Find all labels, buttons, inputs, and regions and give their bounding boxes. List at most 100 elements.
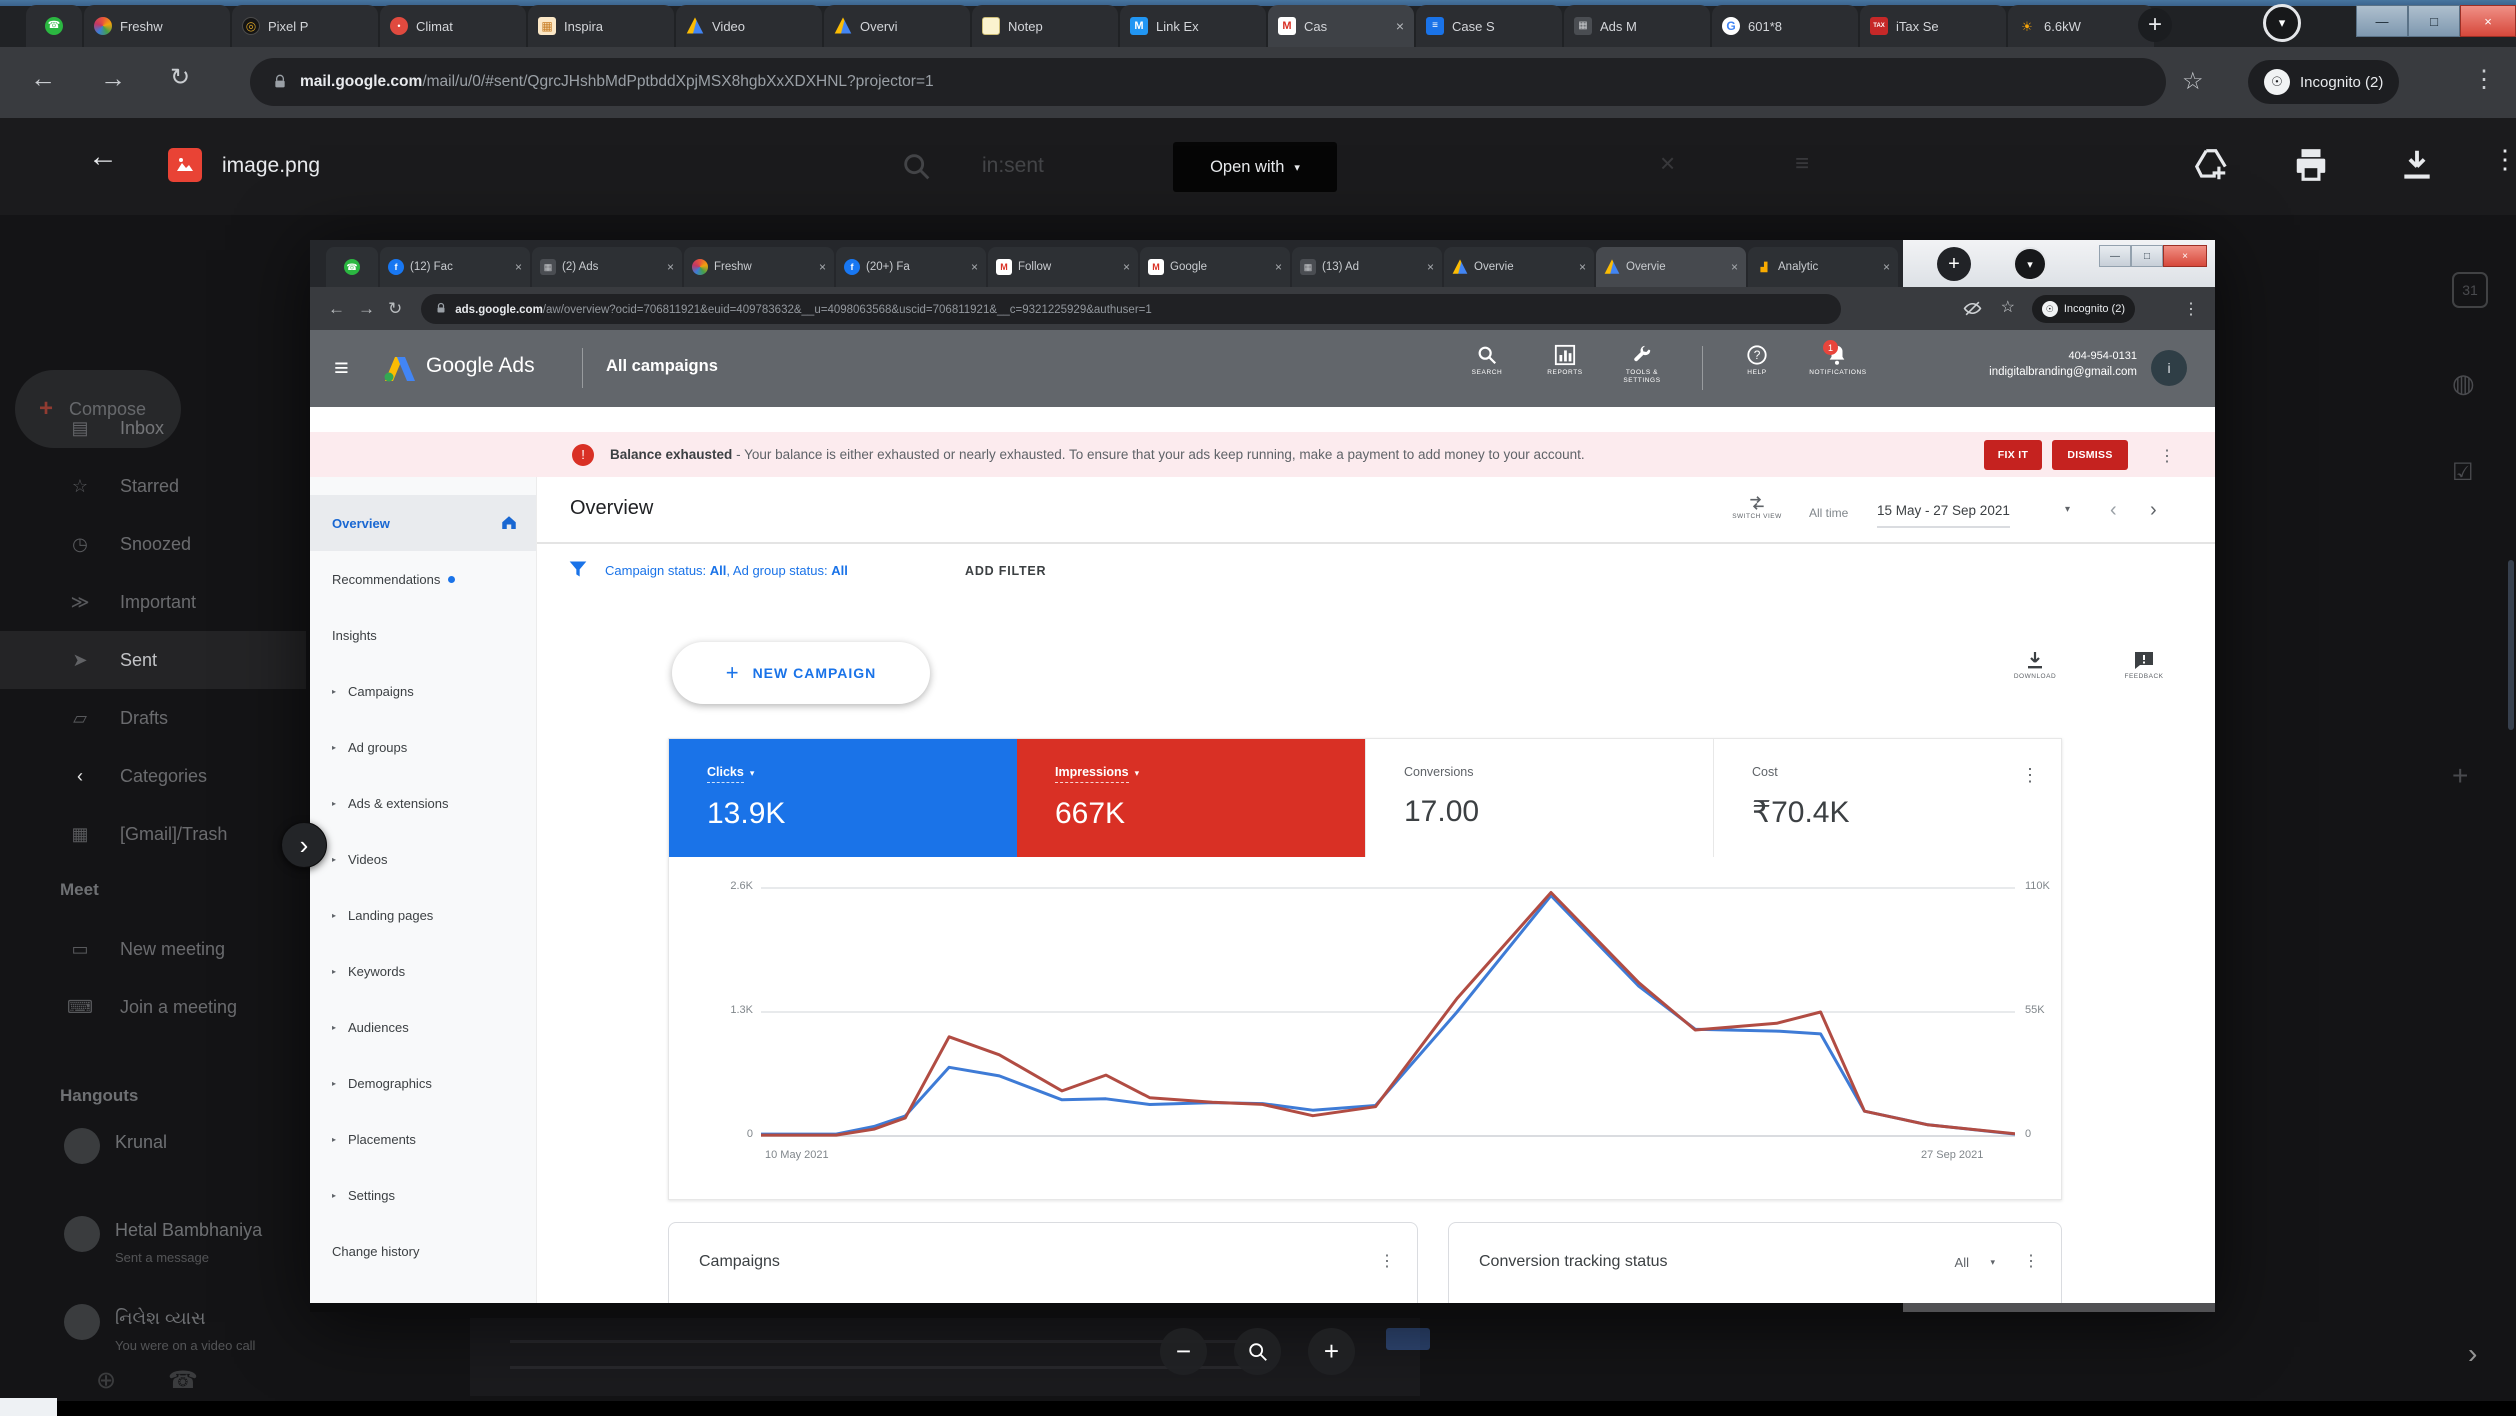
menu-icon[interactable]: ≡	[334, 354, 349, 383]
browser-tab[interactable]: ☎	[26, 5, 82, 47]
inner-browser-tab[interactable]: ▦ (13) Ad ×	[1292, 247, 1442, 287]
tab-close-icon[interactable]: ×	[1883, 260, 1890, 274]
tab-close-icon[interactable]: ×	[667, 260, 674, 274]
inner-browser-tab[interactable]: Overvie ×	[1444, 247, 1594, 287]
more-options-icon[interactable]: ⋮	[2492, 144, 2516, 175]
range-previous-icon[interactable]: ‹	[2110, 499, 2117, 522]
back-icon[interactable]: ←	[328, 299, 345, 319]
inner-browser-tab[interactable]: Freshw ×	[684, 247, 834, 287]
minimize-button[interactable]: —	[2356, 5, 2408, 37]
feedback-button[interactable]: FEEDBACK	[2109, 649, 2179, 680]
account-avatar[interactable]: i	[2151, 350, 2187, 386]
conversion-filter-value[interactable]: All	[1955, 1255, 1969, 1270]
browser-tab[interactable]: Overvi	[824, 5, 970, 47]
filter-summary[interactable]: Campaign status: All, Ad group status: A…	[605, 563, 848, 578]
browser-tab[interactable]: ≡ Case S	[1416, 5, 1562, 47]
bookmark-star-icon[interactable]: ☆	[2182, 67, 2204, 96]
add-filter-button[interactable]: ADD FILTER	[965, 564, 1046, 578]
download-icon[interactable]	[2398, 146, 2436, 184]
ads-sidebar-item[interactable]: ▸ Settings	[310, 1167, 536, 1223]
bookmark-star-icon[interactable]: ☆	[2001, 297, 2015, 317]
maximize-button[interactable]: □	[2408, 5, 2460, 37]
card-menu-icon[interactable]: ⋮	[2021, 765, 2039, 786]
zoom-out-button[interactable]: −	[1160, 1328, 1207, 1375]
minimize-button[interactable]: —	[2099, 245, 2131, 267]
inner-browser-tab[interactable]: M Google ×	[1140, 247, 1290, 287]
zoom-reset-button[interactable]	[1234, 1328, 1281, 1375]
browser-tab[interactable]: • Climat	[380, 5, 526, 47]
back-arrow-icon[interactable]: ←	[88, 140, 118, 174]
zoom-in-button[interactable]: +	[1308, 1328, 1355, 1375]
reports-nav-button[interactable]: REPORTS	[1530, 344, 1600, 377]
ads-sidebar-item[interactable]: ▸ Landing pages	[310, 887, 536, 943]
tab-close-icon[interactable]: ×	[1275, 260, 1282, 274]
media-controls-button[interactable]: ▾	[2263, 4, 2301, 42]
stat-card[interactable]: Conversions 17.00	[1365, 739, 1713, 857]
browser-tab[interactable]: ◎ Pixel P	[232, 5, 378, 47]
tab-close-icon[interactable]: ×	[971, 260, 978, 274]
inner-browser-tab[interactable]: M Follow ×	[988, 247, 1138, 287]
range-next-icon[interactable]: ›	[2150, 499, 2157, 522]
next-attachment-button[interactable]: ›	[281, 822, 327, 868]
inner-browser-tab[interactable]: ▟ Analytic ×	[1748, 247, 1898, 287]
chevron-down-icon[interactable]: ▾	[1990, 1257, 1995, 1268]
browser-tab[interactable]: ▦ Inspira	[528, 5, 674, 47]
tab-close-icon[interactable]: ×	[1579, 260, 1586, 274]
browser-menu-icon[interactable]: ⋮	[2183, 299, 2199, 319]
add-to-drive-icon[interactable]	[2192, 146, 2230, 184]
inner-browser-tab[interactable]: Overvie ×	[1596, 247, 1746, 287]
forward-icon[interactable]: →	[358, 299, 375, 319]
incognito-badge[interactable]: ☉ Incognito (2)	[2031, 295, 2135, 323]
inner-browser-tab[interactable]: f (20+) Fa ×	[836, 247, 986, 287]
ads-sidebar-item[interactable]: ▸ Campaigns	[310, 663, 536, 719]
ads-sidebar-item[interactable]: Overview	[310, 495, 536, 551]
incognito-badge[interactable]: ☉ Incognito (2)	[2248, 60, 2400, 104]
tools-settings-nav-button[interactable]: TOOLS & SETTINGS	[1610, 344, 1674, 384]
new-campaign-button[interactable]: + NEW CAMPAIGN	[672, 642, 930, 704]
browser-tab[interactable]: Video	[676, 5, 822, 47]
ads-sidebar-item[interactable]: ▸ Placements	[310, 1111, 536, 1167]
browser-tab[interactable]: Notep	[972, 5, 1118, 47]
close-button[interactable]: ×	[2163, 245, 2207, 267]
switch-view-button[interactable]: SWITCH VIEW	[1722, 493, 1792, 520]
ads-sidebar-item[interactable]: ▸ Audiences	[310, 999, 536, 1055]
browser-tab[interactable]: ▦ Ads M	[1564, 5, 1710, 47]
dismiss-button[interactable]: DISMISS	[2052, 440, 2128, 470]
notifications-nav-button[interactable]: 1 NOTIFICATIONS	[1798, 340, 1878, 377]
ads-sidebar-item[interactable]: Change history	[310, 1223, 536, 1279]
fix-it-button[interactable]: FIX IT	[1984, 440, 2042, 470]
forward-icon[interactable]: →	[100, 63, 126, 94]
browser-menu-icon[interactable]: ⋮	[2472, 65, 2496, 94]
browser-tab[interactable]: Freshw	[84, 5, 230, 47]
browser-tab[interactable]: M Link Ex	[1120, 5, 1266, 47]
ads-sidebar-item[interactable]: ▸ Videos	[310, 831, 536, 887]
inner-browser-tab[interactable]: ▦ (2) Ads ×	[532, 247, 682, 287]
new-tab-button[interactable]: +	[1937, 247, 1971, 281]
close-button[interactable]: ×	[2460, 5, 2516, 37]
address-bar[interactable]: mail.google.com/mail/u/0/#sent/QgrcJHshb…	[250, 58, 2166, 106]
tab-close-icon[interactable]: ×	[515, 260, 522, 274]
search-nav-button[interactable]: SEARCH	[1452, 344, 1522, 377]
tab-close-icon[interactable]: ×	[1123, 260, 1130, 274]
card-menu-icon[interactable]: ⋮	[2023, 1251, 2039, 1271]
new-tab-button[interactable]: +	[2138, 8, 2172, 42]
caret-down-icon[interactable]: ▾	[750, 768, 755, 778]
ads-sidebar-item[interactable]: ▸ Demographics	[310, 1055, 536, 1111]
help-nav-button[interactable]: ? HELP	[1722, 344, 1792, 377]
ads-sidebar-item[interactable]: Insights	[310, 607, 536, 663]
stat-card[interactable]: Cost ₹70.4K	[1713, 739, 2061, 857]
reload-icon[interactable]: ↻	[170, 63, 190, 92]
browser-tab[interactable]: ☀ 6.6kW	[2008, 5, 2154, 47]
tab-close-icon[interactable]: ×	[1396, 18, 1404, 34]
download-button[interactable]: DOWNLOAD	[2000, 649, 2070, 680]
alert-menu-icon[interactable]: ⋮	[2159, 446, 2175, 466]
browser-tab[interactable]: M Cas ×	[1268, 5, 1414, 47]
inner-browser-tab[interactable]: f (12) Fac ×	[380, 247, 530, 287]
tab-close-icon[interactable]: ×	[1427, 260, 1434, 274]
date-range-picker[interactable]: 15 May - 27 Sep 2021	[1877, 503, 2010, 528]
caret-down-icon[interactable]: ▾	[1135, 768, 1140, 778]
ads-sidebar-item[interactable]: Recommendations	[310, 551, 536, 607]
stat-card[interactable]: Clicks ▾ 13.9K	[669, 739, 1017, 857]
address-bar[interactable]: ads.google.com/aw/overview?ocid=70681192…	[421, 293, 1842, 324]
media-controls-button[interactable]: ▾	[2013, 247, 2047, 281]
